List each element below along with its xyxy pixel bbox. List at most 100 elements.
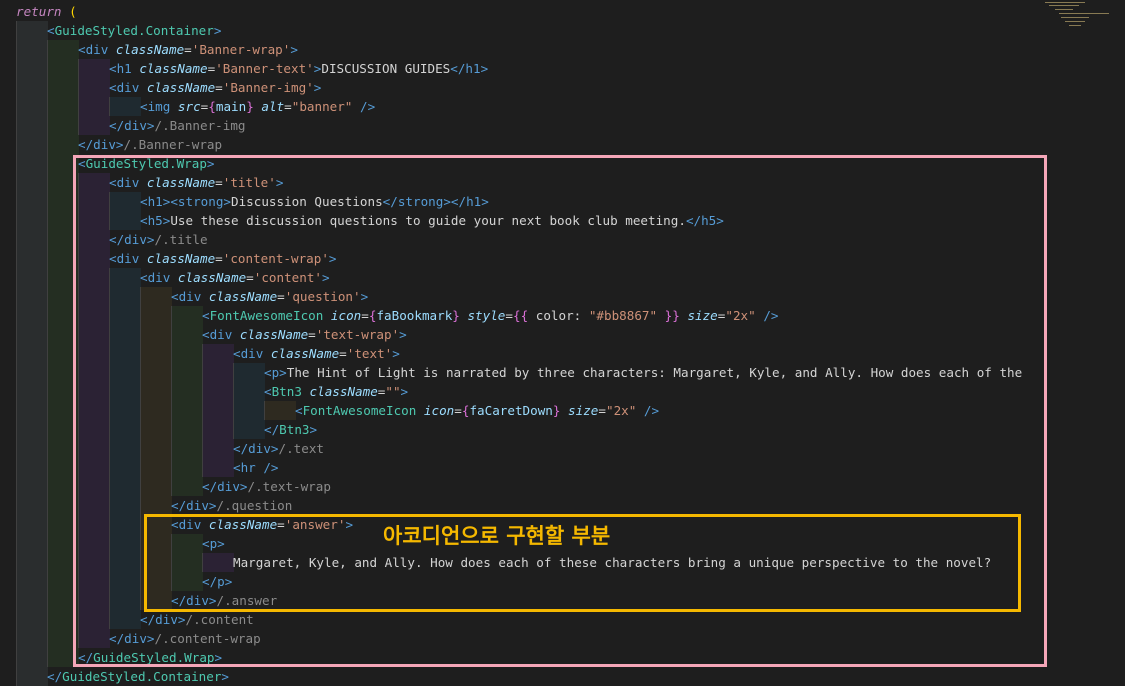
indent-guide <box>140 496 172 515</box>
code-line[interactable]: </div>/.content <box>140 610 254 629</box>
indent-guide <box>47 591 79 610</box>
code-token: <div <box>109 80 147 95</box>
code-line[interactable]: <div className='text'> <box>233 344 400 363</box>
indent-guide <box>16 420 48 439</box>
code-line[interactable]: <div className='answer'> <box>171 515 353 534</box>
code-line[interactable]: </div>/.content-wrap <box>109 629 261 648</box>
code-token: GuideStyled.Container <box>54 23 214 38</box>
code-token: </p> <box>202 574 233 589</box>
indent-guide <box>47 135 79 154</box>
code-line[interactable]: <div className='title'> <box>109 173 283 192</box>
code-token: = <box>184 42 192 57</box>
code-token: <div <box>233 346 271 361</box>
code-token: className <box>146 175 216 190</box>
code-token: 'Banner-wrap' <box>191 42 291 57</box>
code-line[interactable]: </GuideStyled.Wrap> <box>78 648 222 667</box>
indent-guide <box>140 534 172 553</box>
code-line[interactable]: <div className='Banner-img'> <box>109 78 321 97</box>
code-token: } <box>452 308 460 323</box>
code-token: 'content-wrap' <box>222 251 329 266</box>
code-line[interactable]: <h5>Use these discussion questions to gu… <box>140 211 724 230</box>
indent-guide <box>47 401 79 420</box>
indent-guide <box>109 439 141 458</box>
indent-guide <box>16 496 48 515</box>
code-line[interactable]: </GuideStyled.Container> <box>47 667 229 686</box>
indent-guide <box>16 306 48 325</box>
indent-guide <box>16 553 48 572</box>
indent-guide <box>78 78 110 97</box>
code-line[interactable]: </div>/.Banner-img <box>109 116 246 135</box>
code-token: "2x" <box>605 403 637 418</box>
indent-guide <box>78 268 110 287</box>
code-line[interactable]: <Btn3 className=""> <box>264 382 408 401</box>
code-line[interactable]: </div>/.text <box>233 439 324 458</box>
code-token: > <box>313 80 322 95</box>
indent-guide <box>78 211 110 230</box>
code-token: ( <box>69 4 77 19</box>
code-line[interactable]: <h1><strong>Discussion Questions</strong… <box>140 192 489 211</box>
code-token: 'question' <box>284 289 361 304</box>
indent-guide <box>109 477 141 496</box>
indent-guide <box>16 667 48 686</box>
code-line[interactable]: return ( <box>16 2 77 21</box>
indent-guide <box>233 420 265 439</box>
code-editor[interactable]: return (<GuideStyled.Container> <div clas… <box>0 0 1125 686</box>
code-token: > <box>322 270 330 285</box>
code-token: } <box>246 99 254 114</box>
code-line[interactable]: <div className='question'> <box>171 287 368 306</box>
code-token: = <box>361 308 369 323</box>
code-line[interactable]: <p>The Hint of Light is narrated by thre… <box>264 363 1022 382</box>
code-line[interactable]: <h1 className='Banner-text'>DISCUSSION G… <box>109 59 488 78</box>
code-token: 'text-wrap' <box>315 327 400 342</box>
code-token: icon <box>330 308 362 323</box>
code-token: DISCUSSION GUIDES <box>321 61 451 76</box>
indent-guide <box>109 496 141 515</box>
code-line[interactable]: <p> <box>202 534 225 553</box>
code-token: = <box>308 327 316 342</box>
code-token: </h1> <box>450 194 489 209</box>
code-line[interactable]: <hr /> <box>233 458 279 477</box>
code-token: "" <box>385 384 401 399</box>
code-token: GuideStyled.Wrap <box>93 650 215 665</box>
code-token: <div <box>140 270 178 285</box>
code-line[interactable]: </div>/.title <box>109 230 208 249</box>
indent-guide <box>78 249 110 268</box>
code-line[interactable]: Margaret, Kyle, and Ally. How does each … <box>233 553 991 572</box>
indent-guide <box>16 135 48 154</box>
code-token: = <box>215 251 223 266</box>
code-line[interactable]: </div>/.text-wrap <box>202 477 331 496</box>
code-line[interactable]: <GuideStyled.Wrap> <box>78 154 215 173</box>
code-line[interactable]: </div>/.question <box>171 496 292 515</box>
code-line[interactable]: </Btn3> <box>264 420 317 439</box>
code-line[interactable]: </div>/.Banner-wrap <box>78 135 222 154</box>
code-token: < <box>295 403 303 418</box>
code-line[interactable]: <div className='content'> <box>140 268 330 287</box>
indent-guide <box>171 382 203 401</box>
minimap[interactable] <box>1035 0 1125 40</box>
code-line[interactable]: <GuideStyled.Container> <box>47 21 221 40</box>
code-line[interactable]: <FontAwesomeIcon icon={faCaretDown} size… <box>295 401 659 420</box>
code-line[interactable]: <div className='Banner-wrap'> <box>78 40 298 59</box>
indent-guide <box>16 97 48 116</box>
indent-guide <box>47 515 79 534</box>
code-token: 'content' <box>253 270 323 285</box>
code-line[interactable]: <FontAwesomeIcon icon={faBookmark} style… <box>202 306 778 325</box>
indent-guide <box>16 154 48 173</box>
code-line[interactable]: <div className='content-wrap'> <box>109 249 337 268</box>
code-token: </div> <box>78 137 124 152</box>
code-token: main <box>215 99 247 114</box>
indent-guide <box>47 268 79 287</box>
code-line[interactable]: <img src={main} alt="banner" /> <box>140 97 375 116</box>
indent-guide <box>16 477 48 496</box>
code-token: className <box>177 270 247 285</box>
code-line[interactable]: </div>/.answer <box>171 591 277 610</box>
indent-guide <box>171 420 203 439</box>
indent-guide <box>202 344 234 363</box>
indent-guide <box>47 477 79 496</box>
code-line[interactable]: </p> <box>202 572 232 591</box>
code-token: GuideStyled.Wrap <box>85 156 207 171</box>
code-token: < <box>202 308 210 323</box>
indent-guide <box>78 420 110 439</box>
code-line[interactable]: <div className='text-wrap'> <box>202 325 407 344</box>
